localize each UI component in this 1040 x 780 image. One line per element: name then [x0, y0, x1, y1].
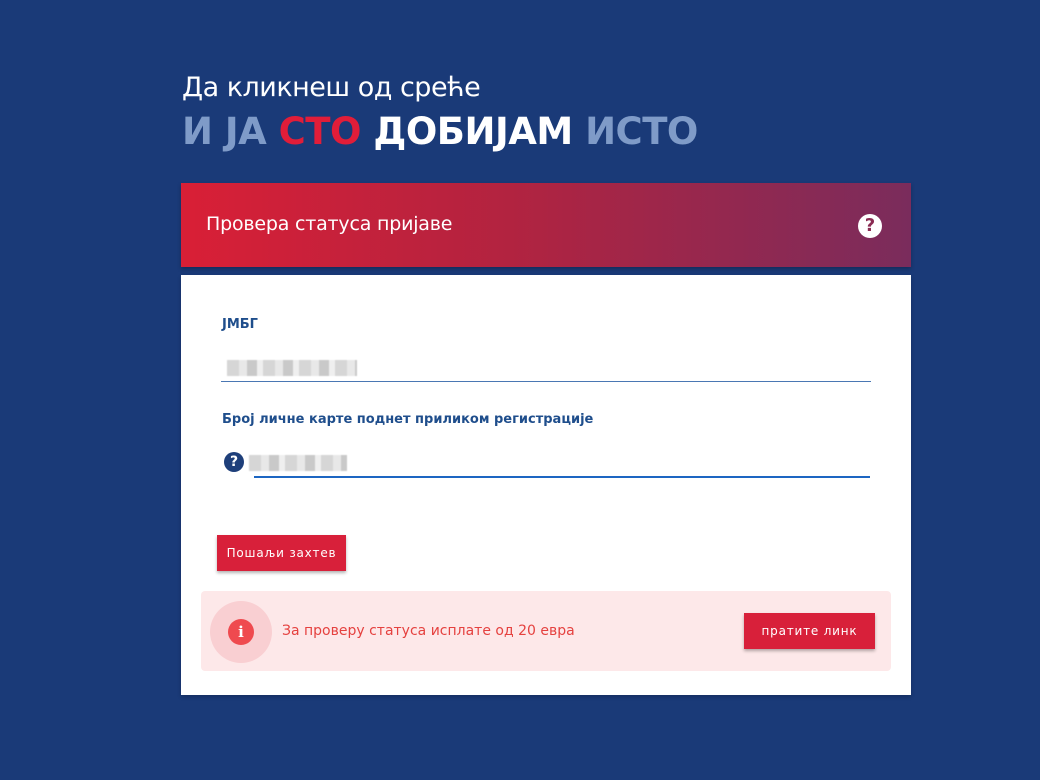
id-card-input[interactable]: [254, 450, 870, 478]
hero: Да кликнеш од среће И ЈА СТО ДОБИЈАМ ИСТ…: [182, 72, 912, 154]
status-form: ЈМБГ Број личне карте поднет приликом ре…: [181, 275, 911, 695]
card-title: Провера статуса пријаве: [206, 213, 453, 235]
info-notice: i За проверу статуса исплате од 20 евра …: [201, 591, 891, 671]
hero-title-word-2: СТО: [278, 110, 362, 153]
info-icon: i: [228, 619, 254, 645]
jmbg-label: ЈМБГ: [222, 317, 258, 332]
submit-request-button[interactable]: Пошаљи захтев: [217, 535, 346, 571]
question-icon[interactable]: ?: [224, 452, 244, 472]
jmbg-input[interactable]: [221, 355, 871, 382]
hero-title-word-4: ИСТО: [585, 110, 698, 153]
card-header: Провера статуса пријаве ?: [181, 183, 911, 267]
hero-title-word-1: И ЈА: [182, 110, 267, 153]
question-icon[interactable]: ?: [858, 214, 882, 238]
follow-link-button[interactable]: пратите линк: [744, 613, 875, 649]
hero-title: И ЈА СТО ДОБИЈАМ ИСТО: [182, 110, 912, 154]
id-card-label: Број личне карте поднет приликом регистр…: [222, 412, 594, 427]
notice-text: За проверу статуса исплате од 20 евра: [282, 623, 575, 639]
info-icon-background: i: [210, 601, 272, 663]
hero-subtitle: Да кликнеш од среће: [182, 72, 481, 103]
hero-title-word-3: ДОБИЈАМ: [373, 110, 573, 153]
